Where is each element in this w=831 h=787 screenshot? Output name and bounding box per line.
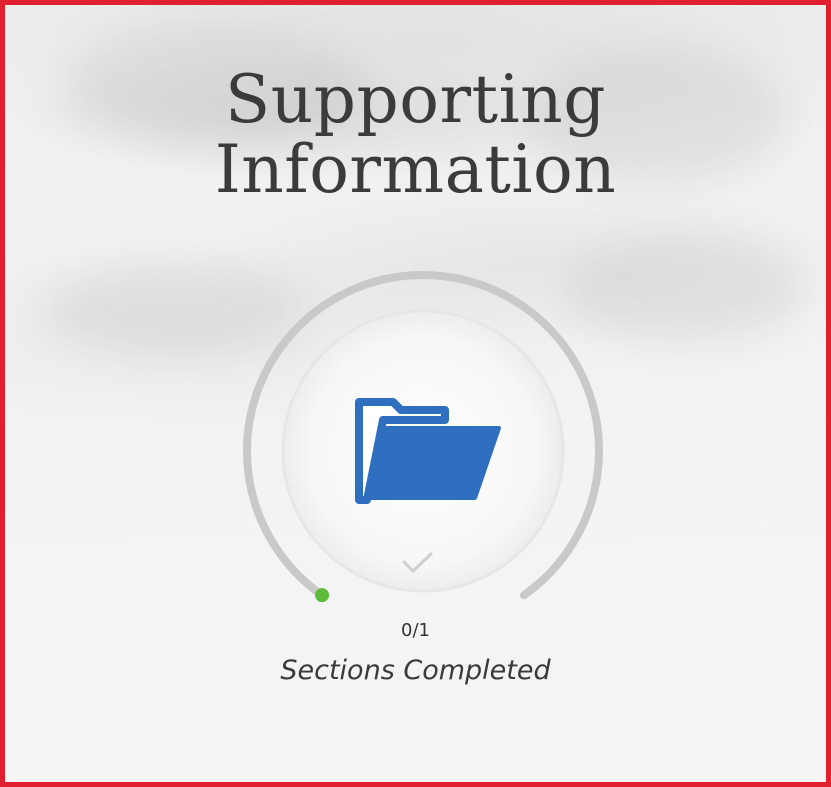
progress-indicator-dot [315,588,330,603]
section-title-line2: Information [214,131,617,208]
progress-ring-graphic [243,271,603,603]
supporting-information-card[interactable]: Supporting Information 0/1 Sections Comp… [0,0,831,787]
sections-count: 0/1 [401,620,430,641]
sections-completed-label: Sections Completed [280,655,551,686]
progress-ring[interactable] [241,269,605,633]
section-title-line1: Supporting [225,61,606,138]
section-title: Supporting Information [5,65,826,205]
